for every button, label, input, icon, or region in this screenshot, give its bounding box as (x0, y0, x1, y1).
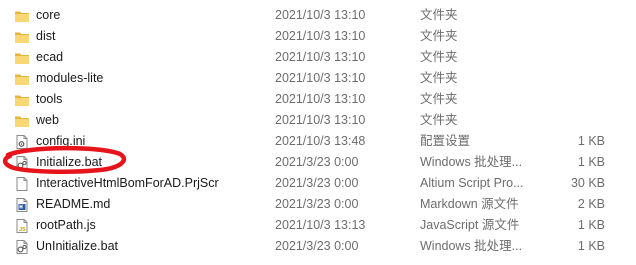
file-type: 文件夹 (420, 92, 458, 106)
file-row-ecad[interactable]: ecad 2021/10/3 13:10 文件夹 (0, 47, 636, 68)
file-type: 文件夹 (420, 50, 458, 64)
file-row-web[interactable]: web 2021/10/3 13:10 文件夹 (0, 110, 636, 131)
file-type: 文件夹 (420, 71, 458, 85)
file-name: config.ini (36, 134, 86, 148)
file-row-rootpath-js[interactable]: JS rootPath.js 2021/10/3 13:13 JavaScrip… (0, 215, 636, 236)
modified-date: 2021/3/23 0:00 (275, 239, 359, 253)
file-name: UnInitialize.bat (36, 239, 118, 253)
file-row-readme-md[interactable]: README.md 2021/3/23 0:00 Markdown 源文件 2 … (0, 194, 636, 215)
file-row-core[interactable]: core 2021/10/3 13:10 文件夹 (0, 5, 636, 26)
file-name: web (36, 113, 59, 127)
modified-date: 2021/10/3 13:10 (275, 50, 366, 64)
file-row-uninitialize-bat[interactable]: UnInitialize.bat 2021/3/23 0:00 Windows … (0, 236, 636, 257)
file-size: 1 KB (577, 218, 605, 232)
file-type: Altium Script Pro... (420, 176, 524, 190)
modified-date: 2021/3/23 0:00 (275, 197, 359, 211)
modified-date: 2021/10/3 13:10 (275, 71, 366, 85)
file-type: JavaScript 源文件 (420, 218, 520, 232)
modified-date: 2021/10/3 13:48 (275, 134, 366, 148)
file-name: README.md (36, 197, 111, 211)
javascript-file-icon: JS (14, 218, 30, 234)
folder-icon (14, 29, 30, 45)
file-row-interactivehtmlbomforad-prjscr[interactable]: InteractiveHtmlBomForAD.PrjScr 2021/3/23… (0, 173, 636, 194)
file-name: dist (36, 29, 56, 43)
modified-date: 2021/10/3 13:10 (275, 29, 366, 43)
file-type: 配置设置 (420, 134, 471, 148)
file-name: rootPath.js (36, 218, 96, 232)
file-name: InteractiveHtmlBomForAD.PrjScr (36, 176, 219, 190)
batch-file-icon (14, 155, 30, 171)
file-type: Windows 批处理... (420, 239, 523, 253)
file-type: Markdown 源文件 (420, 197, 519, 211)
folder-icon (14, 8, 30, 24)
file-name: Initialize.bat (36, 155, 103, 169)
svg-text:JS: JS (19, 227, 26, 233)
file-size: 1 KB (577, 155, 605, 169)
file-name: modules-lite (36, 71, 104, 85)
modified-date: 2021/10/3 13:10 (275, 113, 366, 127)
file-name: ecad (36, 50, 64, 64)
file-type: 文件夹 (420, 29, 458, 43)
markdown-file-icon (14, 197, 30, 213)
file-size: 1 KB (577, 239, 605, 253)
file-row-initialize-bat[interactable]: Initialize.bat 2021/3/23 0:00 Windows 批处… (0, 152, 636, 173)
file-list: core 2021/10/3 13:10 文件夹 dist 2021/10/3 … (0, 0, 636, 265)
modified-date: 2021/10/3 13:10 (275, 8, 366, 22)
file-row-dist[interactable]: dist 2021/10/3 13:10 文件夹 (0, 26, 636, 47)
file-row-modules-lite[interactable]: modules-lite 2021/10/3 13:10 文件夹 (0, 68, 636, 89)
modified-date: 2021/3/23 0:00 (275, 176, 359, 190)
modified-date: 2021/3/23 0:00 (275, 155, 359, 169)
modified-date: 2021/10/3 13:10 (275, 92, 366, 106)
batch-file-icon (14, 239, 30, 255)
file-size: 2 KB (577, 197, 605, 211)
folder-icon (14, 113, 30, 129)
file-type: 文件夹 (420, 113, 458, 127)
config-file-icon (14, 134, 30, 150)
file-name: core (36, 8, 61, 22)
file-name: tools (36, 92, 63, 106)
file-type: 文件夹 (420, 8, 458, 22)
file-row-tools[interactable]: tools 2021/10/3 13:10 文件夹 (0, 89, 636, 110)
file-size: 1 KB (577, 134, 605, 148)
file-size: 30 KB (570, 176, 605, 190)
file-type: Windows 批处理... (420, 155, 523, 169)
folder-icon (14, 92, 30, 108)
blank-file-icon (14, 176, 30, 192)
modified-date: 2021/10/3 13:13 (275, 218, 366, 232)
file-row-config-ini[interactable]: config.ini 2021/10/3 13:48 配置设置 1 KB (0, 131, 636, 152)
folder-icon (14, 71, 30, 87)
folder-icon (14, 50, 30, 66)
